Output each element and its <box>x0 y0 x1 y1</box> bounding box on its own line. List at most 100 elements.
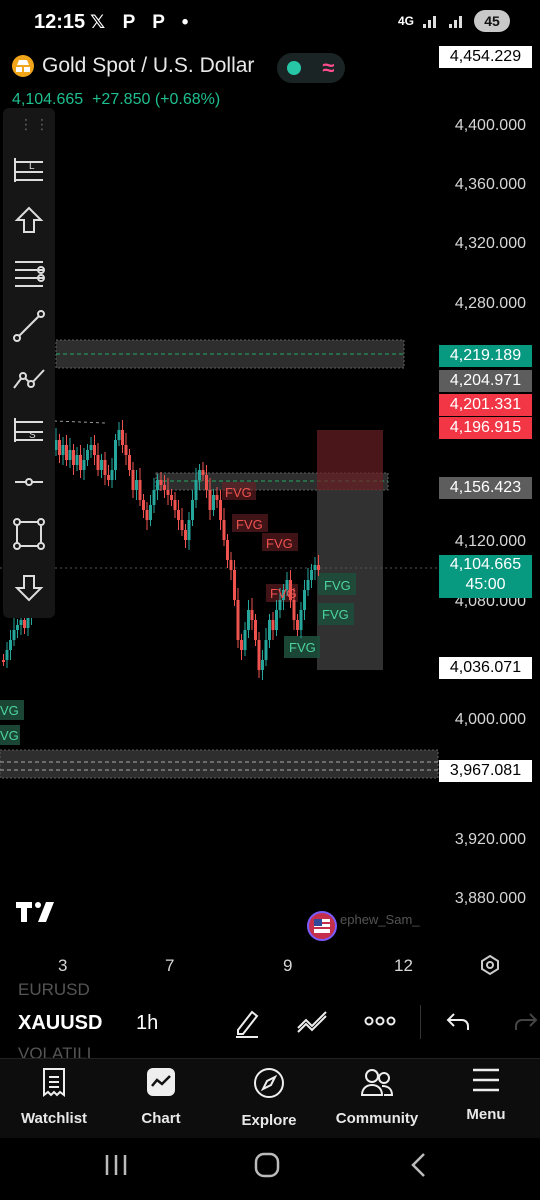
candle-body <box>198 470 201 480</box>
watchlist-icon <box>43 1068 65 1097</box>
candle-body <box>261 660 264 670</box>
price-axis-label: 4,000.000 <box>454 711 526 728</box>
horizontal-ray-icon[interactable] <box>11 464 47 500</box>
candle-body <box>250 610 254 620</box>
recent-apps-icon[interactable] <box>104 1154 128 1176</box>
arrow-down-icon[interactable] <box>11 568 47 604</box>
candle-body <box>240 640 243 650</box>
price-tag: 4,156.423 <box>439 477 532 499</box>
candle-body <box>257 640 261 670</box>
candle-body <box>128 455 131 470</box>
back-icon[interactable] <box>408 1152 430 1178</box>
network-label: 4G <box>397 14 414 28</box>
bar-countdown: 45:00 <box>465 576 506 593</box>
signal-icon-2 <box>449 16 462 28</box>
svg-text:L: L <box>29 161 35 172</box>
candle-body <box>149 505 152 520</box>
candle-body <box>271 620 275 630</box>
undo-icon[interactable] <box>446 1010 472 1032</box>
candle-body <box>184 530 187 540</box>
candle-body <box>103 460 107 475</box>
status-bar: 12:15 𝕏 P P • 4G 45 <box>0 0 540 44</box>
pencil-icon[interactable] <box>232 1006 262 1038</box>
price-tag: 3,967.081 <box>439 760 532 782</box>
more-options-icon[interactable] <box>364 1014 396 1028</box>
tradingview-logo-icon <box>16 902 54 922</box>
rectangle-icon[interactable] <box>11 516 47 552</box>
candle-body <box>68 450 72 460</box>
system-navigation <box>0 1138 540 1200</box>
bottom-navigation: Watchlist Chart Explore Community Menu <box>0 1058 540 1138</box>
candle-body <box>142 500 145 510</box>
candle-body <box>166 490 170 495</box>
candle-body <box>156 480 159 490</box>
indicators-icon[interactable] <box>296 1008 330 1034</box>
candle-body <box>72 450 75 465</box>
candle-body <box>180 520 184 530</box>
candle-body <box>278 600 282 610</box>
nav-community[interactable]: Community <box>327 1067 427 1127</box>
candle-body <box>208 490 212 510</box>
home-icon[interactable] <box>254 1152 280 1178</box>
symbol-selector[interactable]: XAUUSD <box>18 1012 102 1035</box>
candle-body <box>19 620 23 625</box>
price-axis-label: 4,360.000 <box>454 176 526 193</box>
price-tag: 4,201.331 <box>439 394 532 416</box>
nav-explore[interactable]: Explore <box>219 1067 319 1129</box>
watermark-author: ephew_Sam_ <box>340 912 420 927</box>
interval-selector[interactable]: 1h <box>136 1012 158 1035</box>
fvg-label: FVG <box>236 517 263 532</box>
candle-body <box>138 480 142 500</box>
svg-text:S: S <box>29 430 36 441</box>
drag-handle-icon[interactable]: ⋮⋮ <box>19 116 51 133</box>
candle-body <box>310 570 313 580</box>
candle-body <box>236 600 240 640</box>
candle-body <box>173 500 177 510</box>
status-time: 12:15 <box>34 11 86 33</box>
price-tag-top: 4,454.229 <box>439 46 532 68</box>
candle-body <box>65 445 68 460</box>
price-axis-label: 4,120.000 <box>454 533 526 550</box>
redo-icon[interactable] <box>512 1010 538 1032</box>
long-position-icon[interactable]: L <box>11 152 47 188</box>
nav-menu[interactable]: Menu <box>436 1067 536 1123</box>
candle-body <box>229 560 233 570</box>
candle-body <box>254 620 257 640</box>
time-axis-label: 12 <box>394 956 413 975</box>
ghost-symbol-above: EURUSD <box>18 980 90 999</box>
candle-body <box>121 430 124 445</box>
candle-body <box>12 630 16 640</box>
fvg-label-partial: VG <box>0 703 19 718</box>
candle-body <box>219 500 222 520</box>
demand-zone <box>0 749 439 779</box>
candle-body <box>317 565 320 570</box>
nav-watchlist[interactable]: Watchlist <box>4 1067 104 1127</box>
candle-body <box>23 620 26 628</box>
candle-body <box>107 475 110 480</box>
candle-body <box>82 460 86 470</box>
candle-body <box>93 445 96 455</box>
nav-chart[interactable]: Chart <box>111 1067 211 1127</box>
polyline-icon[interactable] <box>11 360 47 396</box>
nav-label: Menu <box>466 1106 506 1123</box>
price-axis-label: 3,880.000 <box>454 890 526 907</box>
fvg-label: FVG <box>225 485 252 500</box>
candle-body <box>222 520 226 540</box>
nav-label: Watchlist <box>20 1110 88 1127</box>
time-axis-label: 9 <box>283 956 293 975</box>
candle-body <box>170 495 173 500</box>
status-app-icons: 𝕏 P P • <box>90 12 195 33</box>
trend-line-icon[interactable] <box>11 308 47 344</box>
arrow-up-icon[interactable] <box>11 204 47 240</box>
short-position-icon[interactable]: S <box>11 412 47 448</box>
settings-icon[interactable] <box>479 954 501 976</box>
price-axis-label: 4,280.000 <box>454 295 526 312</box>
horizontal-lines-icon[interactable] <box>11 256 47 292</box>
candle-body <box>177 510 180 520</box>
candle-body <box>16 625 19 630</box>
candle-body <box>145 510 149 520</box>
chart-icon <box>147 1068 175 1096</box>
price-axis-label: 4,320.000 <box>454 235 526 252</box>
candle-body <box>110 470 114 480</box>
candle-body <box>212 495 215 510</box>
